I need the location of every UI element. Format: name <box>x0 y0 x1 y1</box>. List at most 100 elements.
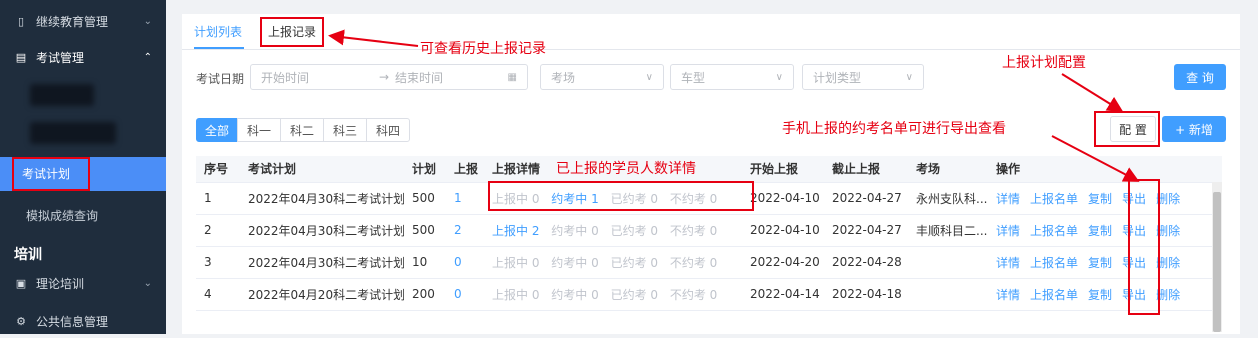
end-date-input[interactable]: 结束时间 <box>395 69 443 86</box>
table-header-row: 序号 考试计划 计划 上报 上报详情 开始上报 截止上报 考场 操作 <box>196 156 1222 183</box>
cell-site-value: 永州支队科... <box>916 191 988 206</box>
filter-all[interactable]: 全部 <box>196 118 238 142</box>
car-type-select[interactable]: 车型 ∨ <box>670 64 794 90</box>
start-date-input[interactable]: 开始时间 <box>261 69 309 86</box>
cell-plan: 2022年04月30科二考试计划 <box>240 214 404 247</box>
detail-booked: 已约考 0 <box>610 255 659 270</box>
cell-start-value: 2022-04-14 <box>750 287 820 301</box>
annotation-config: 上报计划配置 <box>1002 55 1086 71</box>
add-button[interactable]: + 新增 <box>1162 116 1226 142</box>
op-2-link[interactable]: 复制 <box>1088 224 1112 238</box>
cell-start: 2022-04-20 <box>742 246 824 279</box>
plan-type-select[interactable]: 计划类型 ∨ <box>802 64 924 90</box>
detail-not-booked: 不约考 0 <box>669 287 718 302</box>
redacted-menu-item[interactable] <box>30 84 94 106</box>
col-header: 序号 <box>196 156 240 183</box>
chevron-down-icon: ⌄ <box>143 15 152 27</box>
op-0-link[interactable]: 详情 <box>996 288 1020 302</box>
op-1-link[interactable]: 上报名单 <box>1030 224 1078 238</box>
annotation-box-config <box>1094 111 1160 147</box>
op-1-link[interactable]: 上报名单 <box>1030 192 1078 206</box>
detail-reporting: 上报中 0 <box>492 255 540 270</box>
filter-subject-2[interactable]: 科二 <box>280 118 324 142</box>
sidebar-item-theory-training[interactable]: ▣ 理论培训 ⌄ <box>0 266 166 300</box>
detail-not-booked: 不约考 0 <box>669 255 718 270</box>
car-type-placeholder: 车型 <box>681 70 706 85</box>
exam-icon: ▤ <box>15 50 27 64</box>
op-0-link[interactable]: 详情 <box>996 224 1020 238</box>
cell-end: 2022-04-27 <box>824 214 908 247</box>
table-row[interactable]: 3 2022年04月30科二考试计划 10 0 上报中 0 约考中 0 已约考 0 不… <box>196 246 1222 279</box>
op-0-link[interactable]: 详情 <box>996 192 1020 206</box>
cell-start-value: 2022-04-10 <box>750 223 820 237</box>
cell-site: 丰顺科目二... <box>908 214 988 247</box>
cell-end-value: 2022-04-28 <box>832 255 902 269</box>
sidebar-item-label: 公共信息管理 <box>36 314 109 329</box>
sidebar-item-exam-management[interactable]: ▤ 考试管理 ⌃ <box>0 40 166 74</box>
sidebar-section-heading: 培训 <box>14 247 42 263</box>
col-header: 考试计划 <box>240 156 404 183</box>
sidebar-item-label: 考试管理 <box>36 50 85 65</box>
op-2-link[interactable]: 复制 <box>1088 192 1112 206</box>
detail-booking: 约考中 0 <box>551 255 599 270</box>
cell-plan: 2022年04月30科二考试计划 <box>240 182 404 215</box>
sidebar-item-mock-scores[interactable]: 模拟成绩查询 <box>26 207 98 224</box>
redacted-menu-item[interactable] <box>30 122 116 144</box>
filter-subject-4[interactable]: 科四 <box>366 118 410 142</box>
cell-planned: 200 <box>404 278 446 311</box>
cell-reported-value[interactable]: 2 <box>454 223 462 237</box>
filter-subject-1[interactable]: 科一 <box>237 118 281 142</box>
col-header: 上报 <box>446 156 484 183</box>
cell-site-value: 丰顺科目二... <box>916 223 988 238</box>
range-separator: → <box>379 70 390 84</box>
col-header: 操作 <box>988 156 1222 183</box>
cell-planned-value: 10 <box>412 255 428 269</box>
cell-planned-value: 500 <box>412 223 435 237</box>
cell-ops: 详情 上报名单 复制 导出 删除 <box>988 182 1222 215</box>
detail-booking: 约考中 0 <box>551 287 599 302</box>
tab-plan-list[interactable]: 计划列表 <box>194 23 242 40</box>
op-2-link[interactable]: 复制 <box>1088 256 1112 270</box>
cell-plan-value: 2022年04月20科二考试计划 <box>248 287 404 302</box>
chevron-down-icon: ⌄ <box>143 277 152 289</box>
cell-planned: 500 <box>404 214 446 247</box>
exam-date-label: 考试日期 <box>196 72 245 86</box>
cell-end: 2022-04-18 <box>824 278 908 311</box>
filter-subject-3[interactable]: 科三 <box>323 118 367 142</box>
query-button[interactable]: 查 询 <box>1174 64 1226 90</box>
op-1-link[interactable]: 上报名单 <box>1030 288 1078 302</box>
exam-site-select[interactable]: 考场 ∨ <box>540 64 664 90</box>
cell-plan: 2022年04月30科二考试计划 <box>240 246 404 279</box>
cell-ops: 详情 上报名单 复制 导出 删除 <box>988 214 1222 247</box>
op-0-link[interactable]: 详情 <box>996 256 1020 270</box>
table-row[interactable]: 2 2022年04月30科二考试计划 500 2 上报中 2 约考中 0 已约考 0 … <box>196 214 1222 247</box>
op-2-link[interactable]: 复制 <box>1088 288 1112 302</box>
annotation-export: 手机上报的约考名单可进行导出查看 <box>782 121 1006 137</box>
table-scrollbar-thumb[interactable] <box>1213 192 1221 332</box>
chevron-down-icon: ∨ <box>775 71 783 83</box>
table-row[interactable]: 4 2022年04月20科二考试计划 200 0 上报中 0 约考中 0 已约考 0 … <box>196 278 1222 311</box>
cell-ops: 详情 上报名单 复制 导出 删除 <box>988 246 1222 279</box>
sidebar-item-public-info[interactable]: ⚙ 公共信息管理 <box>0 304 166 338</box>
cell-reported: 1 <box>446 182 484 215</box>
cell-reported: 2 <box>446 214 484 247</box>
chevron-up-icon: ⌃ <box>143 51 152 63</box>
op-1-link[interactable]: 上报名单 <box>1030 256 1078 270</box>
cell-no-value: 1 <box>204 191 212 205</box>
tab-active-indicator <box>194 47 244 49</box>
gear-icon: ⚙ <box>16 314 26 328</box>
cell-start: 2022-04-10 <box>742 214 824 247</box>
cell-plan: 2022年04月20科二考试计划 <box>240 278 404 311</box>
cell-no: 2 <box>196 214 240 247</box>
detail-booked: 已约考 0 <box>610 287 659 302</box>
cell-reported-value[interactable]: 1 <box>454 191 462 205</box>
cell-reported-value[interactable]: 0 <box>454 287 462 301</box>
exam-date-range-picker[interactable]: 开始时间 → 结束时间 ▦ <box>250 64 528 90</box>
detail-reporting[interactable]: 上报中 2 <box>492 224 539 238</box>
sidebar-item-continuing-education[interactable]: ▯ 继续教育管理 ⌄ <box>0 4 166 38</box>
cell-reported-value[interactable]: 0 <box>454 255 462 269</box>
calendar-icon: ▦ <box>507 71 517 83</box>
cell-report-detail: 上报中 2 约考中 0 已约考 0 不约考 0 <box>484 214 742 247</box>
cell-planned-value: 200 <box>412 287 435 301</box>
annotation-box-export <box>1128 179 1160 315</box>
